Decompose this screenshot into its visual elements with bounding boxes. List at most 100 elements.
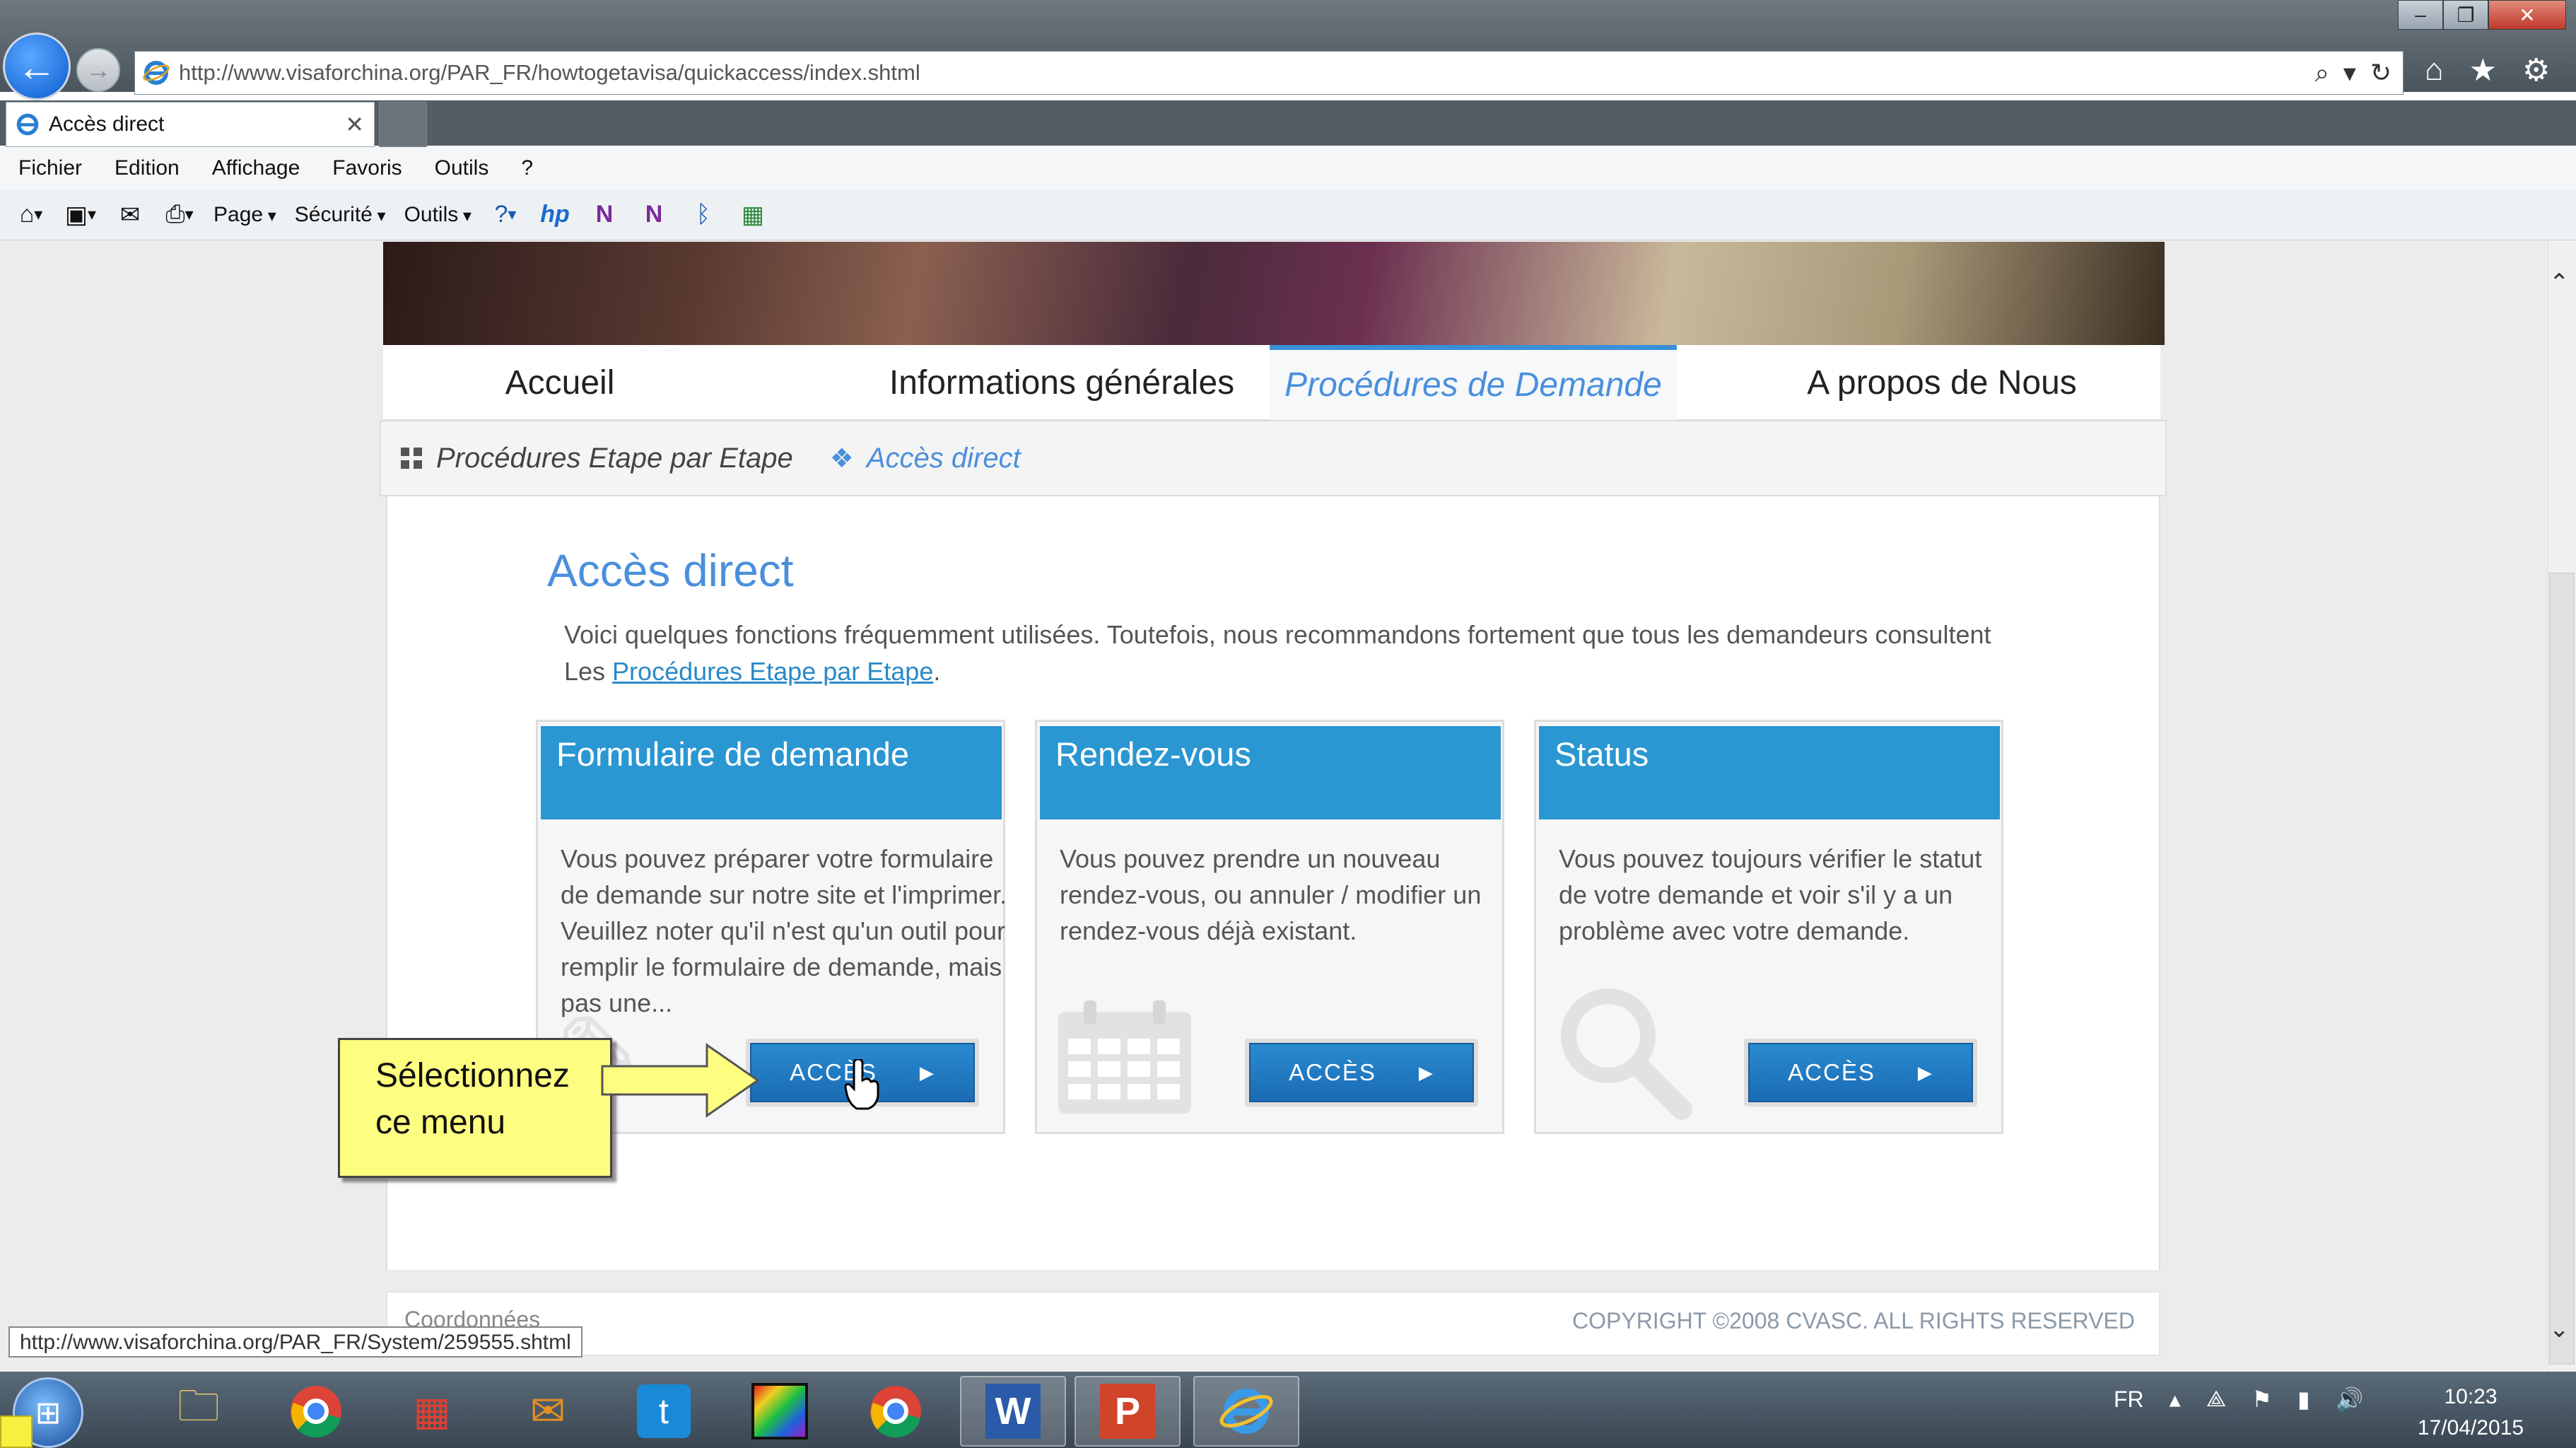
tab-acces-direct[interactable]: Accès direct ✕ [6, 102, 375, 147]
command-bar: ⌂ ▣ ✉ ⎙ Page Sécurité Outils ? hp N N ᛒ … [0, 189, 2576, 240]
chevron-up-icon[interactable]: ▴ [2170, 1386, 2181, 1413]
refresh-icon[interactable]: ↻ [2370, 58, 2391, 88]
twitter-icon[interactable]: t [611, 1376, 717, 1447]
card-title: Rendez-vous [1040, 726, 1501, 819]
battery-icon[interactable]: ▮ [2297, 1386, 2310, 1413]
close-window-button[interactable]: ✕ [2488, 0, 2566, 30]
acces-button-status[interactable]: ACCÈS ▶ [1744, 1039, 1977, 1107]
language-indicator[interactable]: FR [2114, 1386, 2144, 1413]
network-icon[interactable]: ⟁ [2206, 1386, 2227, 1413]
scroll-up-icon[interactable]: ⌃ [2549, 269, 2570, 297]
close-tab-icon[interactable]: ✕ [345, 111, 364, 138]
apps-icon[interactable]: ▦ [379, 1376, 485, 1447]
nav-accueil[interactable]: Accueil [383, 345, 737, 420]
onenote-icon[interactable]: N [589, 199, 620, 230]
card-rendez-vous: Rendez-vous Vous pouvez prendre un nouve… [1035, 720, 1504, 1134]
menu-affichage[interactable]: Affichage [212, 156, 300, 180]
main-nav: Accueil Informations générales Procédure… [383, 345, 2160, 420]
menu-bar: Fichier Edition Affichage Favoris Outils… [0, 147, 2576, 189]
windows-logo-icon: ⊞ [35, 1395, 62, 1430]
hand-cursor-icon [844, 1059, 879, 1110]
chevron-down-icon[interactable]: ▾ [2343, 58, 2356, 88]
card-body: Vous pouvez prendre un nouveau rendez-vo… [1060, 844, 1482, 945]
nav-a-propos[interactable]: A propos de Nous [1747, 345, 2136, 420]
tools-menu[interactable]: Outils [404, 203, 472, 227]
chrome-icon[interactable] [263, 1376, 369, 1447]
subnav-procedures-etape[interactable]: Procédures Etape par Etape [436, 443, 793, 474]
home-icon[interactable]: ⌂ [2425, 52, 2444, 88]
sticky-note-icon[interactable] [0, 1415, 33, 1448]
nav-informations-generales[interactable]: Informations générales [850, 345, 1274, 420]
subnav-acces-direct[interactable]: Accès direct [867, 443, 1021, 474]
card-status: Status Vous pouvez toujours vérifier le … [1534, 720, 2003, 1134]
window-controls: – ❐ ✕ [2398, 0, 2566, 33]
address-bar[interactable]: http://www.visaforchina.org/PAR_FR/howto… [134, 51, 2404, 95]
system-tray: FR ▴ ⟁ ⚑ ▮ 🔊 [2114, 1386, 2363, 1413]
explorer-icon[interactable]: 🗀 [146, 1376, 252, 1447]
menu-outils[interactable]: Outils [435, 156, 489, 180]
menu-edition[interactable]: Edition [115, 156, 180, 180]
menu-favoris[interactable]: Favoris [332, 156, 402, 180]
callout-arrow-icon [601, 1043, 760, 1118]
mail-icon[interactable]: ✉ [115, 199, 146, 230]
print-icon[interactable]: ⎙ [164, 199, 195, 230]
internet-explorer-icon [143, 61, 170, 85]
onenote-send-icon[interactable]: N [638, 199, 669, 230]
volume-icon[interactable]: 🔊 [2336, 1386, 2364, 1413]
internet-explorer-icon[interactable] [1193, 1376, 1299, 1447]
page-menu[interactable]: Page [213, 203, 276, 227]
card-title: Status [1539, 726, 2000, 819]
intro-end: . [933, 657, 941, 686]
outlook-icon[interactable]: ✉ [495, 1376, 601, 1447]
caret-right-icon: ▶ [919, 1061, 935, 1083]
diamond-icon: ❖ [829, 443, 854, 474]
favorites-star-icon[interactable]: ★ [2469, 52, 2497, 88]
powerpoint-icon[interactable]: P [1075, 1376, 1181, 1447]
media-icon[interactable] [727, 1376, 833, 1447]
button-label: ACCÈS [1788, 1059, 1875, 1085]
calendar-icon [1058, 1000, 1191, 1114]
status-bar-url: http://www.visaforchina.org/PAR_FR/Syste… [8, 1326, 582, 1358]
flag-icon[interactable]: ⚑ [2252, 1386, 2272, 1413]
card-body: Vous pouvez préparer votre formulaire de… [561, 844, 1007, 1017]
scroll-down-icon[interactable]: ⌄ [2549, 1315, 2570, 1343]
address-url[interactable]: http://www.visaforchina.org/PAR_FR/howto… [179, 60, 2315, 86]
new-tab-button[interactable] [379, 102, 427, 147]
home-icon[interactable]: ⌂ [16, 199, 47, 230]
help-icon[interactable]: ? [490, 199, 521, 230]
tab-title: Accès direct [49, 112, 165, 136]
menu-help[interactable]: ? [521, 156, 533, 180]
card-body: Vous pouvez toujours vérifier le statut … [1559, 844, 1982, 945]
word-icon[interactable]: W [960, 1376, 1066, 1447]
back-button[interactable]: ← [3, 33, 71, 100]
header-banner-image [383, 242, 2165, 345]
callout-annotation: Sélectionnez ce menu [338, 1038, 612, 1178]
sub-nav: Procédures Etape par Etape ❖ Accès direc… [380, 420, 2167, 496]
rss-icon[interactable]: ▣ [65, 199, 96, 230]
intro-link[interactable]: Procédures Etape par Etape [612, 657, 933, 686]
scrollbar-thumb[interactable] [2549, 573, 2575, 1365]
arrow-right-icon: → [86, 55, 111, 84]
grid-icon [401, 448, 422, 469]
search-icon[interactable]: ⌕ [2315, 58, 2329, 88]
restore-button[interactable]: ❐ [2443, 0, 2488, 30]
clock-date: 17/04/2015 [2417, 1416, 2524, 1440]
minimize-button[interactable]: – [2398, 0, 2443, 30]
gear-icon[interactable]: ⚙ [2522, 52, 2550, 88]
bluetooth-icon[interactable]: ᛒ [688, 199, 719, 230]
nav-procedures-de-demande[interactable]: Procédures de Demande [1270, 345, 1677, 420]
intro-paragraph: Voici quelques fonctions fréquemment uti… [564, 617, 2013, 690]
security-menu[interactable]: Sécurité [295, 203, 386, 227]
internet-explorer-icon [16, 113, 39, 136]
button-label: ACCÈS [1289, 1059, 1376, 1085]
magnifier-icon [1561, 988, 1692, 1120]
addon-icon[interactable]: ▦ [737, 199, 768, 230]
menu-fichier[interactable]: Fichier [18, 156, 82, 180]
caret-right-icon: ▶ [1418, 1061, 1434, 1083]
footer-copyright: COPYRIGHT ©2008 CVASC. ALL RIGHTS RESERV… [1572, 1308, 2135, 1333]
forward-button[interactable]: → [76, 48, 120, 92]
acces-button-rendez-vous[interactable]: ACCÈS ▶ [1245, 1039, 1478, 1107]
hp-icon[interactable]: hp [539, 199, 570, 230]
clock[interactable]: 10:23 17/04/2015 [2389, 1382, 2552, 1444]
chrome-icon[interactable] [843, 1376, 949, 1447]
